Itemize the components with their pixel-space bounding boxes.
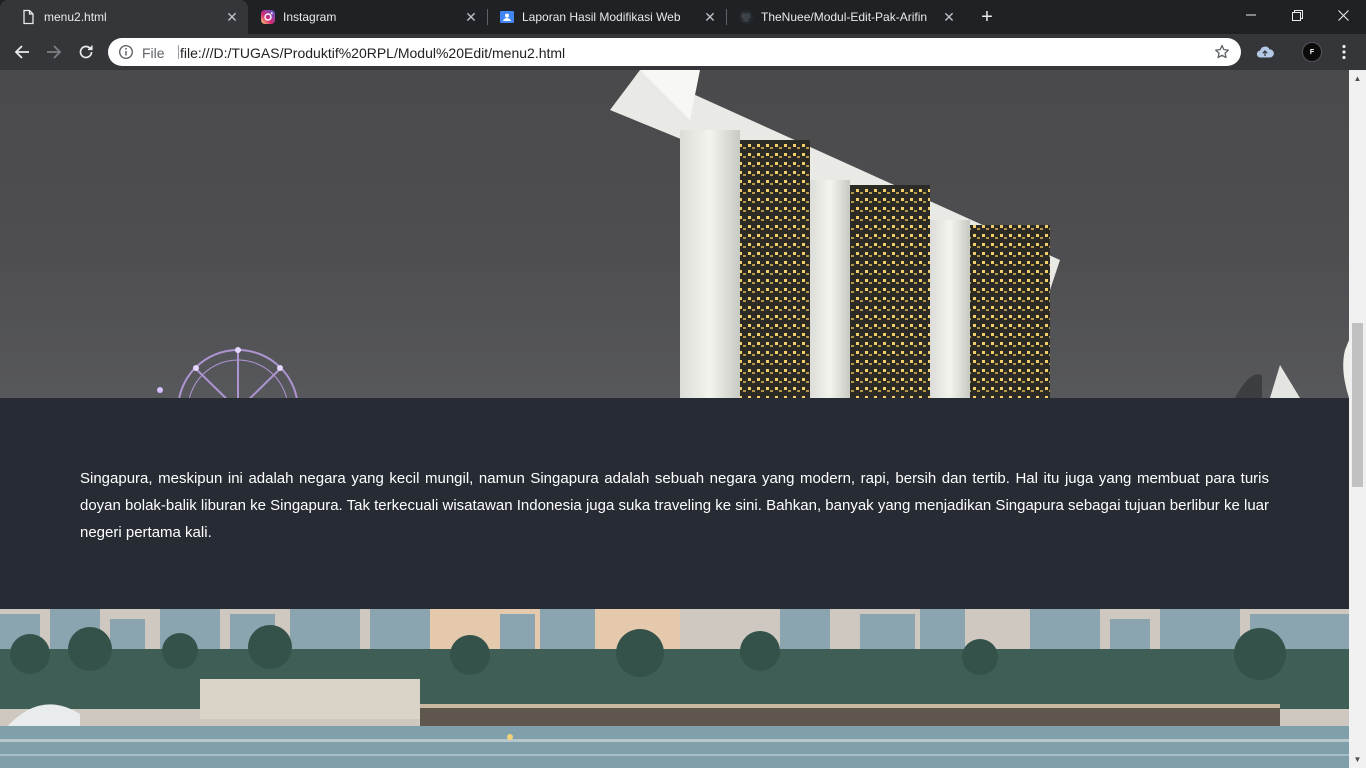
- restore-button[interactable]: [1274, 0, 1320, 30]
- close-tab-icon[interactable]: ✕: [463, 9, 479, 25]
- close-icon: [1337, 9, 1349, 21]
- close-tab-icon[interactable]: ✕: [702, 9, 718, 25]
- instagram-icon: [260, 9, 276, 25]
- tab-title: Instagram: [283, 10, 337, 24]
- back-button[interactable]: [10, 40, 34, 64]
- new-tab-button[interactable]: +: [976, 6, 998, 28]
- scrollbar-thumb[interactable]: [1352, 323, 1363, 487]
- tab-laporan[interactable]: Laporan Hasil Modifikasi Web ✕: [479, 0, 727, 34]
- scroll-down-icon[interactable]: ▼: [1349, 751, 1366, 768]
- description-paragraph: Singapura, meskipun ini adalah negara ya…: [80, 470, 1269, 541]
- minimize-icon: [1246, 14, 1256, 16]
- restore-icon: [1291, 9, 1303, 21]
- minimize-button[interactable]: [1228, 0, 1274, 30]
- tab-instagram[interactable]: Instagram ✕: [240, 0, 488, 34]
- arrow-left-icon: [14, 45, 29, 59]
- document-icon: [20, 9, 36, 25]
- github-icon: [738, 9, 754, 25]
- close-tab-icon[interactable]: ✕: [941, 9, 957, 25]
- address-bar[interactable]: File file:///D:/TUGAS/Produktif%20RPL/Mo…: [108, 38, 1241, 66]
- browser-toolbar: File file:///D:/TUGAS/Produktif%20RPL/Mo…: [0, 34, 1366, 70]
- ferris-wheel: [178, 349, 298, 398]
- forward-button[interactable]: [42, 40, 66, 64]
- hotel-illustration: [157, 70, 1349, 398]
- menu-button[interactable]: [1334, 42, 1354, 62]
- cloud-extension-button[interactable]: [1255, 42, 1275, 62]
- tab-github[interactable]: TheNuee/Modul-Edit-Pak-Arifin ✕: [718, 0, 966, 34]
- singapore-skyline-image: [0, 609, 1349, 768]
- profile-avatar[interactable]: F: [1302, 42, 1322, 62]
- close-tab-icon[interactable]: ✕: [224, 9, 240, 25]
- scheme-label: File: [142, 45, 165, 61]
- skyline-illustration: [0, 609, 1349, 768]
- kebab-menu-icon: [1342, 44, 1346, 60]
- scroll-up-icon[interactable]: ▲: [1349, 70, 1366, 87]
- reload-icon: [79, 45, 93, 59]
- marina-bay-sands-image: [0, 70, 1349, 398]
- google-slides-icon: [499, 9, 515, 25]
- close-window-button[interactable]: [1320, 0, 1366, 30]
- cloud-upload-icon: [1256, 46, 1274, 58]
- tab-title: TheNuee/Modul-Edit-Pak-Arifin: [761, 10, 928, 24]
- arrow-right-icon: [47, 45, 62, 59]
- reload-button[interactable]: [74, 40, 98, 64]
- tab-title: Laporan Hasil Modifikasi Web: [522, 10, 681, 24]
- omnibox-separator: [178, 45, 179, 59]
- vertical-scrollbar[interactable]: ▲ ▼: [1349, 70, 1366, 768]
- page-viewport: Singapura, meskipun ini adalah negara ya…: [0, 70, 1349, 768]
- url-text[interactable]: file:///D:/TUGAS/Produktif%20RPL/Modul%2…: [180, 45, 565, 61]
- tab-title: menu2.html: [44, 10, 107, 24]
- info-icon[interactable]: [118, 44, 134, 60]
- bookmark-star-icon[interactable]: [1214, 44, 1230, 60]
- description-section: Singapura, meskipun ini adalah negara ya…: [0, 398, 1349, 609]
- tab-strip: menu2.html ✕ Instagram ✕ Laporan Hasil M…: [0, 0, 1366, 34]
- tab-menu2[interactable]: menu2.html ✕: [0, 0, 248, 34]
